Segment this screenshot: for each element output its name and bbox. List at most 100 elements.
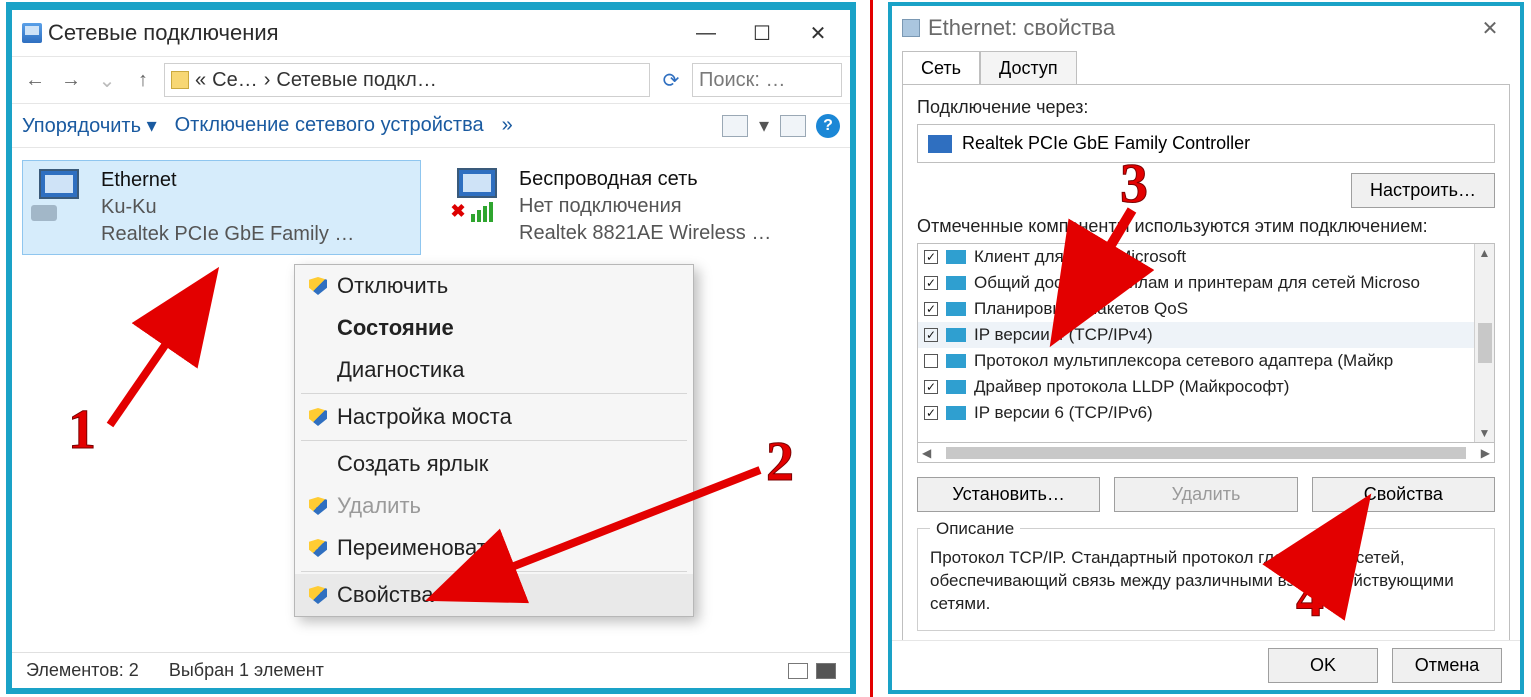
shield-icon <box>309 586 327 604</box>
description-fieldset: Описание Протокол TCP/IP. Стандартный пр… <box>917 528 1495 631</box>
scroll-down-icon[interactable]: ▼ <box>1479 426 1491 440</box>
view-tiles-icon[interactable] <box>816 663 836 679</box>
connections-area: Ethernet Ku-Ku Realtek PCIe GbE Family …… <box>12 148 850 618</box>
context-menu: Отключить Состояние Диагностика Настройк… <box>294 264 694 617</box>
view-dd[interactable]: ▾ <box>758 115 770 137</box>
shield-icon <box>309 539 327 557</box>
checkbox[interactable]: ✓ <box>924 328 938 342</box>
ctx-properties[interactable]: Свойства <box>295 574 693 616</box>
search-input[interactable]: Поиск: … <box>692 63 842 97</box>
component-label: Общий доступ к файлам и принтерам для се… <box>974 273 1420 293</box>
component-row[interactable]: ✓ IP версии 6 (TCP/IPv6) <box>918 400 1474 426</box>
folder-icon <box>171 71 189 89</box>
dialog-footer: OK Отмена <box>892 640 1520 690</box>
view-layout-button[interactable] <box>722 115 748 137</box>
ctx-bridge[interactable]: Настройка моста <box>295 396 693 438</box>
component-row[interactable]: ✓ Общий доступ к файлам и принтерам для с… <box>918 270 1474 296</box>
disable-device-button[interactable]: Отключение сетевого устройства <box>175 114 484 137</box>
component-icon <box>946 380 966 394</box>
component-label: IP версии 4 (TCP/IPv4) <box>974 325 1153 345</box>
annotation-3: 3 <box>1120 152 1148 216</box>
titlebar: Сетевые подключения — ☐ ✕ <box>12 10 850 56</box>
maximize-button[interactable]: ☐ <box>734 14 790 52</box>
close-button[interactable]: ✕ <box>790 14 846 52</box>
component-row[interactable]: ✓Планировщик пакетов QoS <box>918 296 1474 322</box>
scroll-thumb[interactable] <box>946 447 1466 459</box>
toolbar: Упорядочить ▾ Отключение сетевого устрой… <box>12 104 850 148</box>
scroll-left-icon[interactable]: ◀ <box>922 446 931 460</box>
ctx-shortcut[interactable]: Создать ярлык <box>295 443 693 485</box>
configure-button[interactable]: Настроить… <box>1351 173 1495 208</box>
component-row[interactable]: Протокол мультиплексора сетевого адаптер… <box>918 348 1474 374</box>
cancel-button[interactable]: Отмена <box>1392 648 1502 683</box>
checkbox[interactable]: ✓ <box>924 380 938 394</box>
adapter-field[interactable]: Realtek PCIe GbE Family Controller <box>917 124 1495 163</box>
scroll-right-icon[interactable]: ▶ <box>1481 446 1490 460</box>
network-connections-window: Сетевые подключения — ☐ ✕ ← → ⌄ ↑ « Се… … <box>6 2 856 694</box>
scroll-up-icon[interactable]: ▲ <box>1479 246 1491 260</box>
ctx-diagnostics[interactable]: Диагностика <box>295 349 693 391</box>
components-list: ✓Клиент для сетей Microsoft✓Общий доступ… <box>917 243 1495 443</box>
checkbox[interactable]: ✓ <box>924 302 938 316</box>
sort-button[interactable]: Упорядочить ▾ <box>22 113 157 138</box>
nav-bar: ← → ⌄ ↑ « Се… › Сетевые подкл… ⟳ Поиск: … <box>12 56 850 104</box>
install-button[interactable]: Установить… <box>917 477 1100 512</box>
ethernet-properties-window: Ethernet: свойства ✕ Сеть Доступ Подключ… <box>888 2 1524 694</box>
checkbox[interactable]: ✓ <box>924 276 938 290</box>
connection-wifi[interactable]: ✖ Беспроводная сеть Нет подключения Real… <box>441 160 840 255</box>
separator <box>870 0 873 697</box>
checkbox[interactable]: ✓ <box>924 250 938 264</box>
component-label: IP версии 6 (TCP/IPv6) <box>974 403 1153 423</box>
component-row[interactable]: ✓Драйвер протокола LLDP (Майкрософт) <box>918 374 1474 400</box>
shield-icon <box>309 408 327 426</box>
close-button[interactable]: ✕ <box>1468 12 1512 44</box>
scrollbar-vertical[interactable]: ▲ ▼ <box>1474 244 1494 442</box>
adapter-name: Realtek PCIe GbE Family Controller <box>962 133 1250 154</box>
nic-icon <box>928 135 952 153</box>
tab-network[interactable]: Сеть <box>902 51 980 85</box>
ctx-rename[interactable]: Переименовать <box>295 527 693 569</box>
annotation-1: 1 <box>68 398 96 462</box>
forward-button[interactable]: → <box>56 65 86 95</box>
toolbar-right: ▾ ? <box>722 114 840 138</box>
checkbox[interactable]: ✓ <box>924 406 938 420</box>
ctx-delete[interactable]: Удалить <box>295 485 693 527</box>
preview-pane-button[interactable] <box>780 115 806 137</box>
up-button[interactable]: ↑ <box>128 65 158 95</box>
components-label: Отмеченные компоненты используются этим … <box>917 216 1495 237</box>
component-icon <box>946 328 966 342</box>
scrollbar-horizontal[interactable]: ◀ ▶ <box>917 443 1495 463</box>
back-button[interactable]: ← <box>20 65 50 95</box>
conn-name: Беспроводная сеть <box>519 166 771 193</box>
adapter-icon <box>902 19 920 37</box>
titlebar: Ethernet: свойства ✕ <box>892 6 1520 50</box>
ctx-disable[interactable]: Отключить <box>295 265 693 307</box>
help-button[interactable]: ? <box>816 114 840 138</box>
minimize-button[interactable]: — <box>678 14 734 52</box>
shield-icon <box>309 497 327 515</box>
component-icon <box>946 276 966 290</box>
breadcrumb[interactable]: « Се… › Сетевые подкл… <box>164 63 650 97</box>
tabs: Сеть Доступ <box>892 50 1520 84</box>
more-button[interactable]: » <box>502 114 513 137</box>
view-details-icon[interactable] <box>788 663 808 679</box>
scroll-thumb[interactable] <box>1478 323 1492 363</box>
crumb-2[interactable]: Сетевые подкл… <box>276 69 436 92</box>
tab-access[interactable]: Доступ <box>980 51 1077 85</box>
description-legend: Описание <box>930 519 1020 539</box>
ok-button[interactable]: OK <box>1268 648 1378 683</box>
recent-button[interactable]: ⌄ <box>92 65 122 95</box>
component-row[interactable]: ✓Клиент для сетей Microsoft <box>918 244 1474 270</box>
refresh-button[interactable]: ⟳ <box>656 65 686 95</box>
connection-ethernet[interactable]: Ethernet Ku-Ku Realtek PCIe GbE Family … <box>22 160 421 255</box>
conn-name: Ethernet <box>101 167 354 194</box>
crumb-1[interactable]: Се… <box>212 69 258 92</box>
ctx-status[interactable]: Состояние <box>295 307 693 349</box>
component-row[interactable]: ✓ IP версии 4 (TCP/IPv4) <box>918 322 1474 348</box>
status-selected: Выбран 1 элемент <box>169 660 324 681</box>
connect-via-label: Подключение через: <box>917 97 1495 118</box>
remove-button[interactable]: Удалить <box>1114 477 1297 512</box>
checkbox[interactable] <box>924 354 938 368</box>
properties-button[interactable]: Свойства <box>1312 477 1495 512</box>
status-count: Элементов: 2 <box>26 660 139 681</box>
